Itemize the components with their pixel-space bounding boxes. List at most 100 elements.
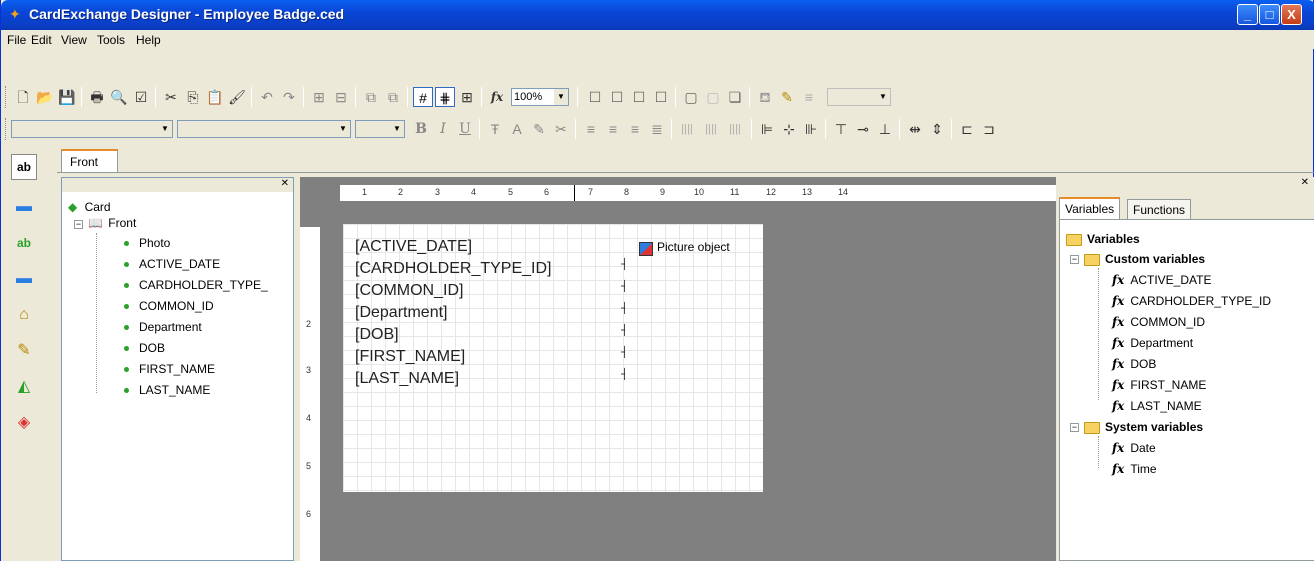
align-objects-right-icon[interactable]: ⊪ bbox=[801, 119, 821, 139]
card-field-dob[interactable]: [DOB] bbox=[355, 326, 399, 344]
text-case-icon[interactable]: Ŧ bbox=[485, 119, 505, 139]
format-painter-icon[interactable]: 🖌 bbox=[227, 87, 247, 107]
tree-node-card[interactable]: ◆ Card bbox=[68, 200, 111, 214]
tree-node-front[interactable]: 📖 Front bbox=[88, 216, 136, 230]
tree-item[interactable]: COMMON_ID bbox=[124, 299, 214, 313]
collapse-icon[interactable]: − bbox=[1070, 255, 1079, 264]
rect-shape-icon[interactable]: ☐ bbox=[651, 87, 671, 107]
tree-node-variables[interactable]: Variables bbox=[1066, 232, 1140, 246]
toolbar-grip[interactable] bbox=[5, 118, 8, 140]
same-width-icon[interactable]: ⊐ bbox=[979, 119, 999, 139]
align-left-icon[interactable]: ≡ bbox=[581, 119, 601, 139]
open-icon[interactable]: 📂 bbox=[35, 87, 55, 107]
variable-item[interactable]: fx LAST_NAME bbox=[1112, 399, 1202, 413]
design-canvas[interactable]: 1 2 3 4 5 6 7 8 9 10 11 12 13 14 2 3 4 5… bbox=[300, 177, 1056, 561]
variable-item[interactable]: fx Date bbox=[1112, 441, 1156, 455]
menu-edit[interactable]: Edit bbox=[31, 33, 52, 47]
variable-text-tool-icon[interactable]: ab bbox=[11, 230, 37, 256]
group-icon[interactable]: ⊞ bbox=[309, 87, 329, 107]
tab-front[interactable]: Front bbox=[61, 149, 118, 173]
variable-item[interactable]: fx Department bbox=[1112, 336, 1193, 350]
border-icon[interactable]: ▢ bbox=[681, 87, 701, 107]
collapse-icon[interactable]: − bbox=[1070, 423, 1079, 432]
toolbar-grip[interactable] bbox=[5, 86, 8, 108]
save-icon[interactable]: 💾 bbox=[57, 87, 77, 107]
tree-item[interactable]: Photo bbox=[124, 236, 170, 250]
card-field-cardholder-type-id[interactable]: [CARDHOLDER_TYPE_ID] bbox=[355, 260, 552, 278]
barcode-icon[interactable]: |||| bbox=[701, 119, 721, 139]
highlight-icon[interactable]: ✎ bbox=[529, 119, 549, 139]
variable-item[interactable]: fx FIRST_NAME bbox=[1112, 378, 1206, 392]
collapse-icon[interactable]: − bbox=[74, 220, 83, 229]
align-objects-center-icon[interactable]: ⊹ bbox=[779, 119, 799, 139]
send-back-icon[interactable]: ⧉ bbox=[383, 87, 403, 107]
title-bar[interactable]: ✦ CardExchange Designer - Employee Badge… bbox=[1, 0, 1314, 30]
card-field-active-date[interactable]: [ACTIVE_DATE] bbox=[355, 238, 472, 256]
text-tool-icon[interactable]: ab bbox=[11, 154, 37, 180]
barcode-icon[interactable]: |||| bbox=[725, 119, 745, 139]
close-icon[interactable]: ✕ bbox=[1301, 177, 1309, 188]
redo-icon[interactable]: ↷ bbox=[279, 87, 299, 107]
align-right-icon[interactable]: ≡ bbox=[625, 119, 645, 139]
card-surface[interactable]: [ACTIVE_DATE] [CARDHOLDER_TYPE_ID] [COMM… bbox=[343, 224, 763, 492]
align-center-icon[interactable]: ≡ bbox=[603, 119, 623, 139]
table-icon[interactable]: ⊞ bbox=[457, 87, 477, 107]
italic-button[interactable]: I bbox=[433, 119, 453, 139]
barcode-icon[interactable]: |||| bbox=[677, 119, 697, 139]
fill-color-icon[interactable]: ⛾ bbox=[755, 87, 775, 107]
tab-functions[interactable]: Functions bbox=[1127, 199, 1192, 219]
maximize-button[interactable]: □ bbox=[1259, 4, 1280, 25]
font-size-select[interactable]: ▼ bbox=[355, 120, 405, 138]
grid-icon[interactable]: # bbox=[413, 87, 433, 107]
color-tool-icon[interactable]: ◈ bbox=[11, 410, 37, 436]
same-size-icon[interactable]: ⊏ bbox=[957, 119, 977, 139]
image-tool-icon[interactable]: ▬ bbox=[11, 194, 37, 220]
tree-node-custom-variables[interactable]: Custom variables bbox=[1084, 252, 1205, 266]
zoom-select[interactable]: 100% ▼ bbox=[511, 88, 569, 106]
menu-help[interactable]: Help bbox=[136, 33, 161, 47]
menu-tools[interactable]: Tools bbox=[97, 33, 125, 47]
tab-variables[interactable]: Variables bbox=[1059, 197, 1121, 219]
shape-tool-icon[interactable]: ◭ bbox=[11, 374, 37, 400]
line-color-icon[interactable]: ✎ bbox=[777, 87, 797, 107]
font-name-select[interactable]: ▼ bbox=[11, 120, 173, 138]
pen-tool-icon[interactable]: ✎ bbox=[11, 338, 37, 364]
font-style-select[interactable]: ▼ bbox=[177, 120, 351, 138]
variable-item[interactable]: fx DOB bbox=[1112, 357, 1156, 371]
underline-button[interactable]: U bbox=[455, 119, 475, 139]
shadow-icon[interactable]: ❏ bbox=[725, 87, 745, 107]
tree-item[interactable]: DOB bbox=[124, 341, 165, 355]
photo-tool-icon[interactable]: ▬ bbox=[11, 266, 37, 292]
bring-front-icon[interactable]: ⧉ bbox=[361, 87, 381, 107]
tree-node-system-variables[interactable]: System variables bbox=[1084, 420, 1203, 434]
card-field-common-id[interactable]: [COMMON_ID] bbox=[355, 282, 463, 300]
picture-object[interactable]: Picture object bbox=[639, 240, 753, 370]
space-vertical-icon[interactable]: ⇕ bbox=[927, 119, 947, 139]
print-preview-icon[interactable]: 🔍 bbox=[109, 87, 129, 107]
tree-item[interactable]: LAST_NAME bbox=[124, 383, 210, 397]
cut-icon[interactable]: ✂ bbox=[161, 87, 181, 107]
font-color-icon[interactable]: A bbox=[507, 119, 527, 139]
align-objects-bottom-icon[interactable]: ⊥ bbox=[875, 119, 895, 139]
align-objects-top-icon[interactable]: ⊤ bbox=[831, 119, 851, 139]
copy-icon[interactable]: ⎘ bbox=[183, 87, 203, 107]
function-icon[interactable]: fx bbox=[487, 87, 507, 107]
ungroup-icon[interactable]: ⊟ bbox=[331, 87, 351, 107]
line-width-select[interactable]: ▼ bbox=[827, 88, 891, 106]
snap-grid-icon[interactable]: ⋕ bbox=[435, 87, 455, 107]
check-icon[interactable]: ☑ bbox=[131, 87, 151, 107]
print-icon[interactable]: 🖶 bbox=[87, 87, 107, 107]
barcode-tool-icon[interactable]: ⌂ bbox=[11, 302, 37, 328]
variable-item[interactable]: fx Time bbox=[1112, 462, 1157, 476]
border-icon[interactable]: ▢ bbox=[703, 87, 723, 107]
close-icon[interactable]: ✕ bbox=[281, 178, 289, 190]
minimize-button[interactable]: _ bbox=[1237, 4, 1258, 25]
undo-icon[interactable]: ↶ bbox=[257, 87, 277, 107]
card-field-first-name[interactable]: [FIRST_NAME] bbox=[355, 348, 465, 366]
align-objects-left-icon[interactable]: ⊫ bbox=[757, 119, 777, 139]
align-objects-middle-icon[interactable]: ⊸ bbox=[853, 119, 873, 139]
rect-shape-icon[interactable]: ☐ bbox=[607, 87, 627, 107]
line-style-icon[interactable]: ≡ bbox=[799, 87, 819, 107]
new-icon[interactable]: 🗋 bbox=[13, 87, 33, 107]
variable-item[interactable]: fx ACTIVE_DATE bbox=[1112, 273, 1211, 287]
